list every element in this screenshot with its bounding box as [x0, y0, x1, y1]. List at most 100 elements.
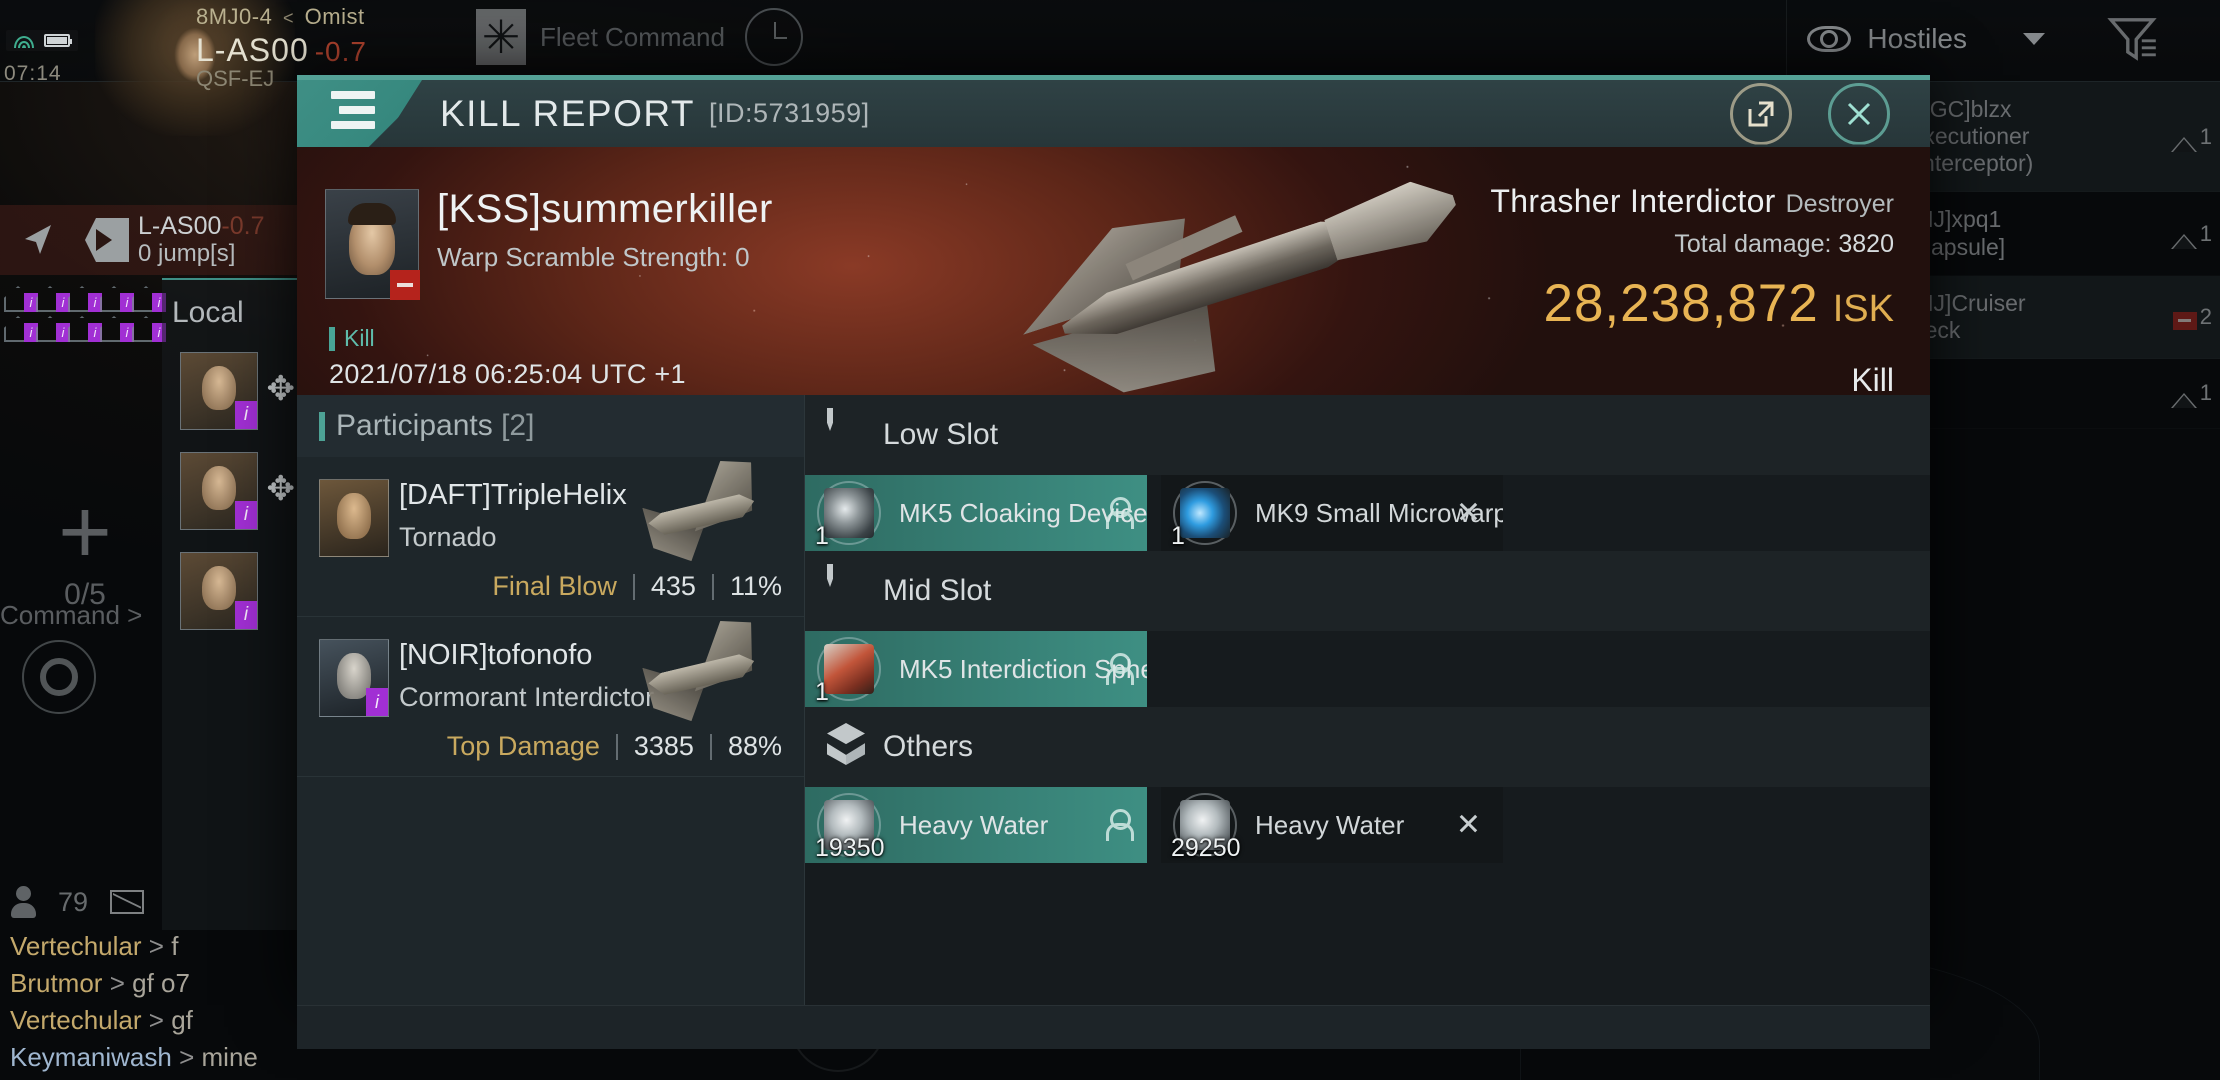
navigate-icon[interactable] [0, 220, 76, 260]
local-pilot-item[interactable]: ✥ [180, 352, 295, 430]
module-item[interactable]: 1 MK9 Small Microwarpdrive ✕ [1161, 475, 1503, 551]
avatar[interactable] [319, 639, 389, 717]
module-name: Heavy Water [1255, 809, 1405, 840]
ship-icon[interactable] [4, 316, 38, 342]
hostile-name: [AGC]blzx [1908, 96, 2012, 122]
battery-icon [44, 34, 72, 47]
add-fleet-slot-button[interactable]: + 0/5 [30, 486, 140, 612]
close-x-icon: ✕ [1455, 496, 1481, 530]
menu-button[interactable] [297, 80, 422, 147]
radial-menu-button[interactable] [22, 640, 96, 714]
current-system-name: L-AS00 [196, 32, 309, 68]
section-header-low-slot: Low Slot [805, 395, 1930, 475]
module-item[interactable]: 29250 Heavy Water ✕ [1161, 787, 1503, 863]
module-quantity: 1 [1171, 522, 1185, 550]
isk-value-row: 28,238,872 ISK [1490, 273, 1894, 334]
wifi-icon [14, 33, 34, 48]
filter-icon [2107, 18, 2157, 61]
table-row[interactable]: [NOIR]tofonofo Cormorant Interdictor Top… [297, 617, 804, 777]
chat-speaker: Vertechular [10, 1005, 142, 1036]
list-item[interactable]: [MJ]Cruiser Deck 2 [1890, 275, 2220, 359]
participant-stats: Top Damage 3385 88% [447, 731, 782, 762]
section-header-others: Others [805, 707, 1930, 787]
close-button[interactable] [1828, 82, 1890, 145]
route-prev-system: 8MJ0-4 [196, 4, 273, 29]
device-status [6, 30, 78, 51]
section-title: Mid Slot [883, 574, 992, 607]
ship-icon[interactable] [36, 316, 70, 342]
hostile-ship: Deck [1908, 316, 1961, 343]
medal-icon: ✥ [266, 370, 296, 408]
close-x-icon: ✕ [1455, 808, 1481, 842]
kill-report-hero: [KSS]summerkiller Warp Scramble Strength… [297, 147, 1930, 395]
kill-timestamp: 2021/07/18 06:25:04 UTC +1 [329, 359, 686, 389]
module-item[interactable]: 1 MK5 Cloaking Device [805, 475, 1147, 551]
module-item[interactable]: 1 MK5 Interdiction Sphere... [805, 631, 1147, 707]
filter-button[interactable] [2104, 10, 2160, 66]
person-icon [1105, 497, 1134, 529]
hostile-count: 1 [2199, 380, 2212, 406]
isk-unit: ISK [1832, 288, 1894, 330]
participants-panel: Participants [2] [DAFT]TripleHelix Torna… [297, 395, 805, 1005]
section-title: Others [883, 730, 974, 763]
victim-ship-class: Destroyer [1785, 190, 1894, 218]
fleet-ship-icons[interactable] [0, 282, 170, 346]
hostile-name: [MJ]xpq1 [1908, 206, 2002, 233]
chat-separator: > [148, 931, 164, 962]
ship-icon[interactable] [36, 286, 70, 312]
jump-icon[interactable] [76, 218, 138, 262]
participant-percent: 88% [727, 731, 782, 761]
module-icon: 19350 [815, 791, 885, 862]
mail-icon[interactable] [110, 890, 145, 915]
local-panel[interactable]: Local ✥ ✥ [162, 278, 310, 930]
participant-ship-render [630, 461, 780, 557]
autopilot-destination: L-AS00-0.7 0 jump[s] [138, 212, 264, 267]
table-row[interactable]: [DAFT]TripleHelix Tornado Final Blow 435… [297, 457, 804, 617]
list-item[interactable]: [MJ]xpq1 [Capsule] 1 [1890, 192, 2220, 275]
ship-icon[interactable] [68, 286, 102, 312]
warp-scramble-strength: Warp Scramble Strength: 0 [437, 242, 750, 272]
local-pilot-item[interactable]: ✥ [180, 452, 295, 530]
ship-tri-icon [2170, 233, 2197, 249]
negative-standing-icon [2172, 311, 2197, 330]
external-link-icon [1730, 83, 1792, 145]
avatar[interactable] [325, 189, 420, 300]
destination-system: L-AS00 [138, 212, 222, 241]
chat-text: gf [171, 1005, 193, 1036]
cube-icon [827, 723, 867, 771]
hostile-count: 1 [2199, 220, 2212, 246]
ship-icon[interactable] [132, 286, 166, 312]
ship-icon[interactable] [100, 316, 134, 342]
ship-icon[interactable] [4, 286, 38, 312]
module-grid-low-slot: 1 MK5 Cloaking Device 1 MK9 Small Microw… [805, 475, 1930, 551]
command-menu-button[interactable]: Command > [0, 600, 142, 631]
module-quantity: 19350 [815, 834, 885, 862]
avatar[interactable] [319, 479, 389, 557]
share-button[interactable] [1730, 82, 1792, 145]
module-quantity: 1 [815, 678, 829, 706]
list-item[interactable]: 1 [1890, 359, 2220, 429]
module-icon: 1 [1171, 479, 1239, 550]
person-icon [10, 886, 36, 919]
page-title: KILL REPORT [440, 92, 696, 134]
hostile-count-badge: 2 [2172, 304, 2212, 330]
participant-damage: 3385 [633, 731, 694, 761]
participants-title-text: Participants [336, 409, 493, 442]
kill-report-footer [297, 1005, 1930, 1049]
ship-tri-icon [2170, 136, 2197, 152]
ship-icon[interactable] [68, 316, 102, 342]
current-system[interactable]: L-AS00 -0.7 [196, 32, 367, 69]
clock-icon-button[interactable] [745, 8, 803, 66]
participants-count: [2] [501, 409, 535, 442]
autopilot-bar[interactable]: L-AS00-0.7 0 jump[s] [0, 205, 300, 275]
hostiles-list[interactable]: [AGC]blzx Executioner (Interceptor) 1 [M… [1890, 82, 2220, 429]
participants-header: Participants [2] [297, 395, 804, 457]
hostiles-dropdown[interactable]: Hostiles [1786, 0, 2065, 78]
module-item[interactable]: 19350 Heavy Water [805, 787, 1147, 863]
list-item[interactable]: [AGC]blzx Executioner (Interceptor) 1 [1890, 82, 2220, 193]
local-pilot-item[interactable] [180, 552, 258, 630]
fleet-command-button[interactable]: Fleet Command [470, 4, 747, 70]
slot-shield-icon [827, 564, 867, 615]
ship-icon[interactable] [100, 286, 134, 312]
ship-icon[interactable] [132, 316, 166, 342]
